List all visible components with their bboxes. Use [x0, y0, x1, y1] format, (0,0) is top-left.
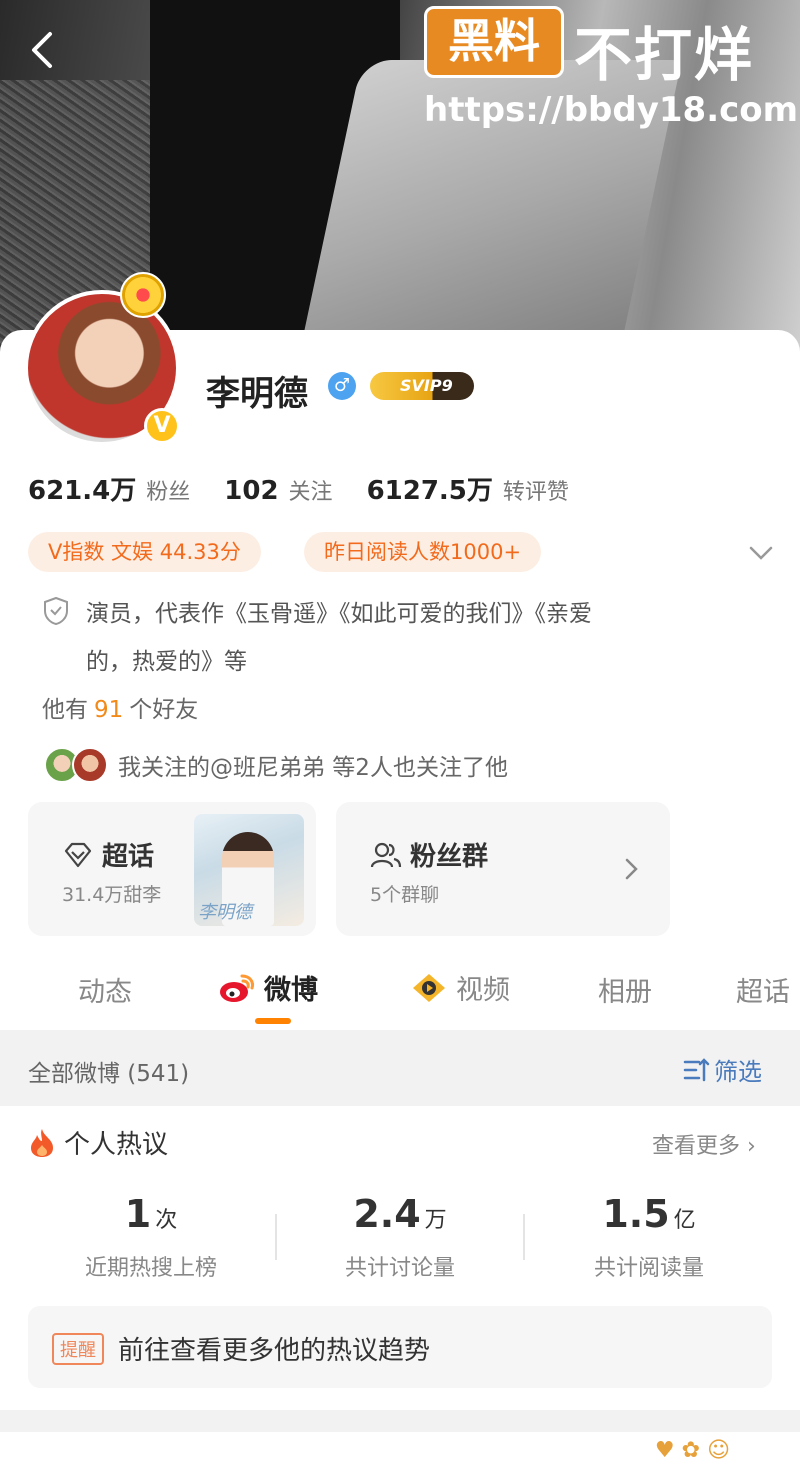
followers-count[interactable]: 621.4万 — [28, 470, 136, 507]
back-button[interactable] — [22, 28, 66, 72]
verified-v-icon: V — [144, 408, 180, 444]
filter-icon — [683, 1057, 710, 1081]
shield-icon — [44, 596, 68, 626]
supertopic-subtitle: 31.4万甜李 — [62, 884, 162, 906]
metric-discussion[interactable]: 2.4 万 共计讨论量 — [275, 1192, 525, 1282]
supertopic-title: 超话 — [62, 836, 154, 873]
profile-name: 李明德 — [206, 374, 308, 414]
male-icon: ♂ — [328, 372, 356, 400]
reminder-text: 前往查看更多他的热议趋势 — [118, 1336, 431, 1366]
hot-discussion-title: 个人热议 — [28, 1124, 168, 1161]
profile-tabs: 动态 微博 视频 相册 超话 — [0, 960, 800, 1030]
filter-label: 筛选 — [714, 1058, 762, 1086]
metric-label: 共计讨论量 — [344, 1256, 455, 1281]
all-weibo-count: 全部微博 (541) — [28, 1061, 190, 1087]
stats-row: 621.4万 粉丝 102 关注 6127.5万 转评赞 — [28, 470, 603, 510]
emoji-decoration-icon: ♥ ✿ ☺ — [654, 1438, 730, 1462]
reminder-tag: 提醒 — [52, 1333, 104, 1365]
next-post-card: ♥ ✿ ☺ — [0, 1432, 800, 1462]
trend-reminder[interactable]: 提醒 前往查看更多他的热议趋势 — [28, 1306, 772, 1388]
metric-unit: 亿 — [673, 1208, 696, 1233]
interactions-count: 6127.5万 — [366, 476, 493, 506]
tab-supertopic[interactable]: 超话 — [736, 970, 790, 1009]
bio-line-1: 演员，代表作《玉骨遥》《如此可爱的我们》《亲爱 — [86, 601, 592, 627]
tab-dynamic[interactable]: 动态 — [78, 970, 132, 1009]
followers-label[interactable]: 粉丝 — [146, 474, 190, 506]
filter-bar: 全部微博 (541) 筛选 — [0, 1032, 800, 1106]
fangroup-subtitle: 5个群聊 — [370, 884, 440, 906]
supertopic-title-text: 超话 — [102, 842, 155, 872]
metric-unit: 次 — [155, 1208, 178, 1233]
friends-count: 91 — [94, 697, 124, 723]
metric-value: 2.4 — [353, 1192, 421, 1236]
profile-page: 黑料 不打烊 https://bbdy18.com V 李明德 ♂ SVIP9 … — [0, 0, 800, 1462]
metric-reads[interactable]: 1.5 亿 共计阅读量 — [524, 1192, 774, 1282]
fire-icon — [31, 1128, 53, 1157]
friends-suffix: 个好友 — [129, 697, 199, 723]
interactions-label: 转评赞 — [502, 480, 569, 505]
watermark-url: https://bbdy18.com — [424, 90, 799, 130]
watermark-brand: 不打烊 — [574, 21, 755, 89]
hot-discussion-card: 个人热议 查看更多 › 1次 近期热搜上榜 2.4 万 共计讨论量 1.5 亿 共计… — [0, 1106, 800, 1410]
metric-label: 共计阅读量 — [593, 1256, 704, 1281]
v-index-tag[interactable]: V指数 文娱 44.33分 — [28, 532, 261, 572]
following-label[interactable]: 关注 — [289, 474, 333, 506]
chevron-left-icon — [32, 32, 52, 68]
mutual-follow-row[interactable]: 我关注的@班尼弟弟 等2人也关注了他 — [44, 746, 508, 784]
svip-badge[interactable]: SVIP9 — [370, 372, 474, 400]
metric-value: 1.5 — [602, 1192, 670, 1236]
diamond-icon — [64, 842, 92, 867]
metric-unit: 万 — [424, 1208, 447, 1233]
active-tab-indicator — [255, 1018, 291, 1024]
chevron-down-icon[interactable] — [746, 538, 776, 568]
watermark: 黑料 不打烊 https://bbdy18.com — [424, 6, 798, 130]
tab-album[interactable]: 相册 — [598, 970, 652, 1009]
tab-weibo[interactable]: 微博 — [218, 968, 318, 1007]
watermark-logo: 黑料 — [424, 6, 564, 78]
bio-line-2: 的，热爱的》等 — [86, 649, 247, 675]
reads-tag[interactable]: 昨日阅读人数1000+ — [304, 532, 542, 572]
metric-hot-search[interactable]: 1次 近期热搜上榜 — [26, 1192, 276, 1282]
avatar-decoration-icon — [120, 272, 166, 318]
tab-video-label: 视频 — [456, 975, 510, 1006]
friends-prefix: 他有 — [42, 697, 88, 723]
tab-weibo-label: 微博 — [264, 975, 318, 1006]
bio-text: 演员，代表作《玉骨遥》《如此可爱的我们》《亲爱 的，热爱的》等 — [86, 590, 726, 686]
metric-value: 1 — [124, 1192, 152, 1236]
chevron-right-icon — [625, 858, 638, 880]
see-more-link[interactable]: 查看更多 › — [652, 1128, 756, 1160]
thumbnail-caption: 李明德 — [198, 902, 252, 923]
fangroup-title-text: 粉丝群 — [410, 842, 489, 872]
fangroup-title: 粉丝群 — [370, 836, 488, 873]
supertopic-card[interactable]: 超话 31.4万甜李 李明德 — [28, 802, 316, 936]
mutual-avatar — [72, 747, 108, 783]
weibo-logo-icon — [220, 974, 254, 1002]
video-icon — [413, 973, 445, 1002]
group-icon — [370, 842, 402, 867]
fangroup-card[interactable]: 粉丝群 5个群聊 — [336, 802, 670, 936]
avatar-wrapper[interactable]: V — [24, 272, 184, 450]
mutual-follow-text: 我关注的@班尼弟弟 等2人也关注了他 — [118, 755, 508, 781]
tab-video[interactable]: 视频 — [410, 968, 510, 1007]
metric-label: 近期热搜上榜 — [84, 1256, 217, 1281]
following-count[interactable]: 102 — [224, 476, 278, 506]
filter-button[interactable]: 筛选 — [682, 1052, 762, 1087]
friends-count-row[interactable]: 他有 91 个好友 — [42, 690, 198, 724]
supertopic-thumbnail: 李明德 — [194, 814, 304, 926]
hot-title-text: 个人热议 — [64, 1130, 169, 1160]
